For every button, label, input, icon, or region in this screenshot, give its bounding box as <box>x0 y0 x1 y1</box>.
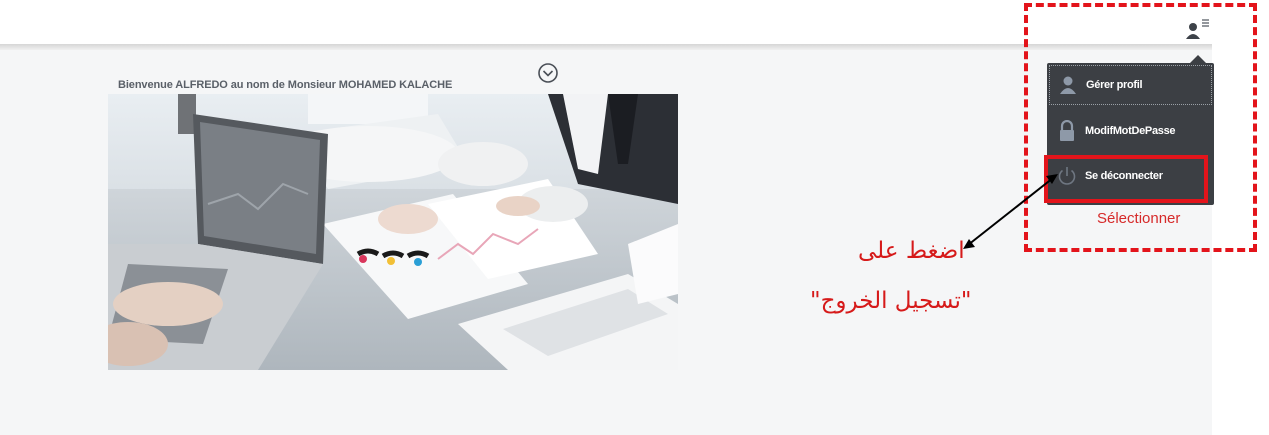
annotation-select-label: Sélectionner <box>1097 210 1181 227</box>
annotation-highlight-box <box>1044 155 1208 203</box>
annotation-instruction-line1: اضغط على <box>858 238 965 264</box>
chevron-down-circle-icon[interactable] <box>537 62 559 84</box>
welcome-message: Bienvenue ALFREDO au nom de Monsieur MOH… <box>118 79 453 91</box>
annotation-instruction-line2: "تسجيل الخروج" <box>810 288 972 314</box>
business-meeting-image <box>108 94 678 370</box>
